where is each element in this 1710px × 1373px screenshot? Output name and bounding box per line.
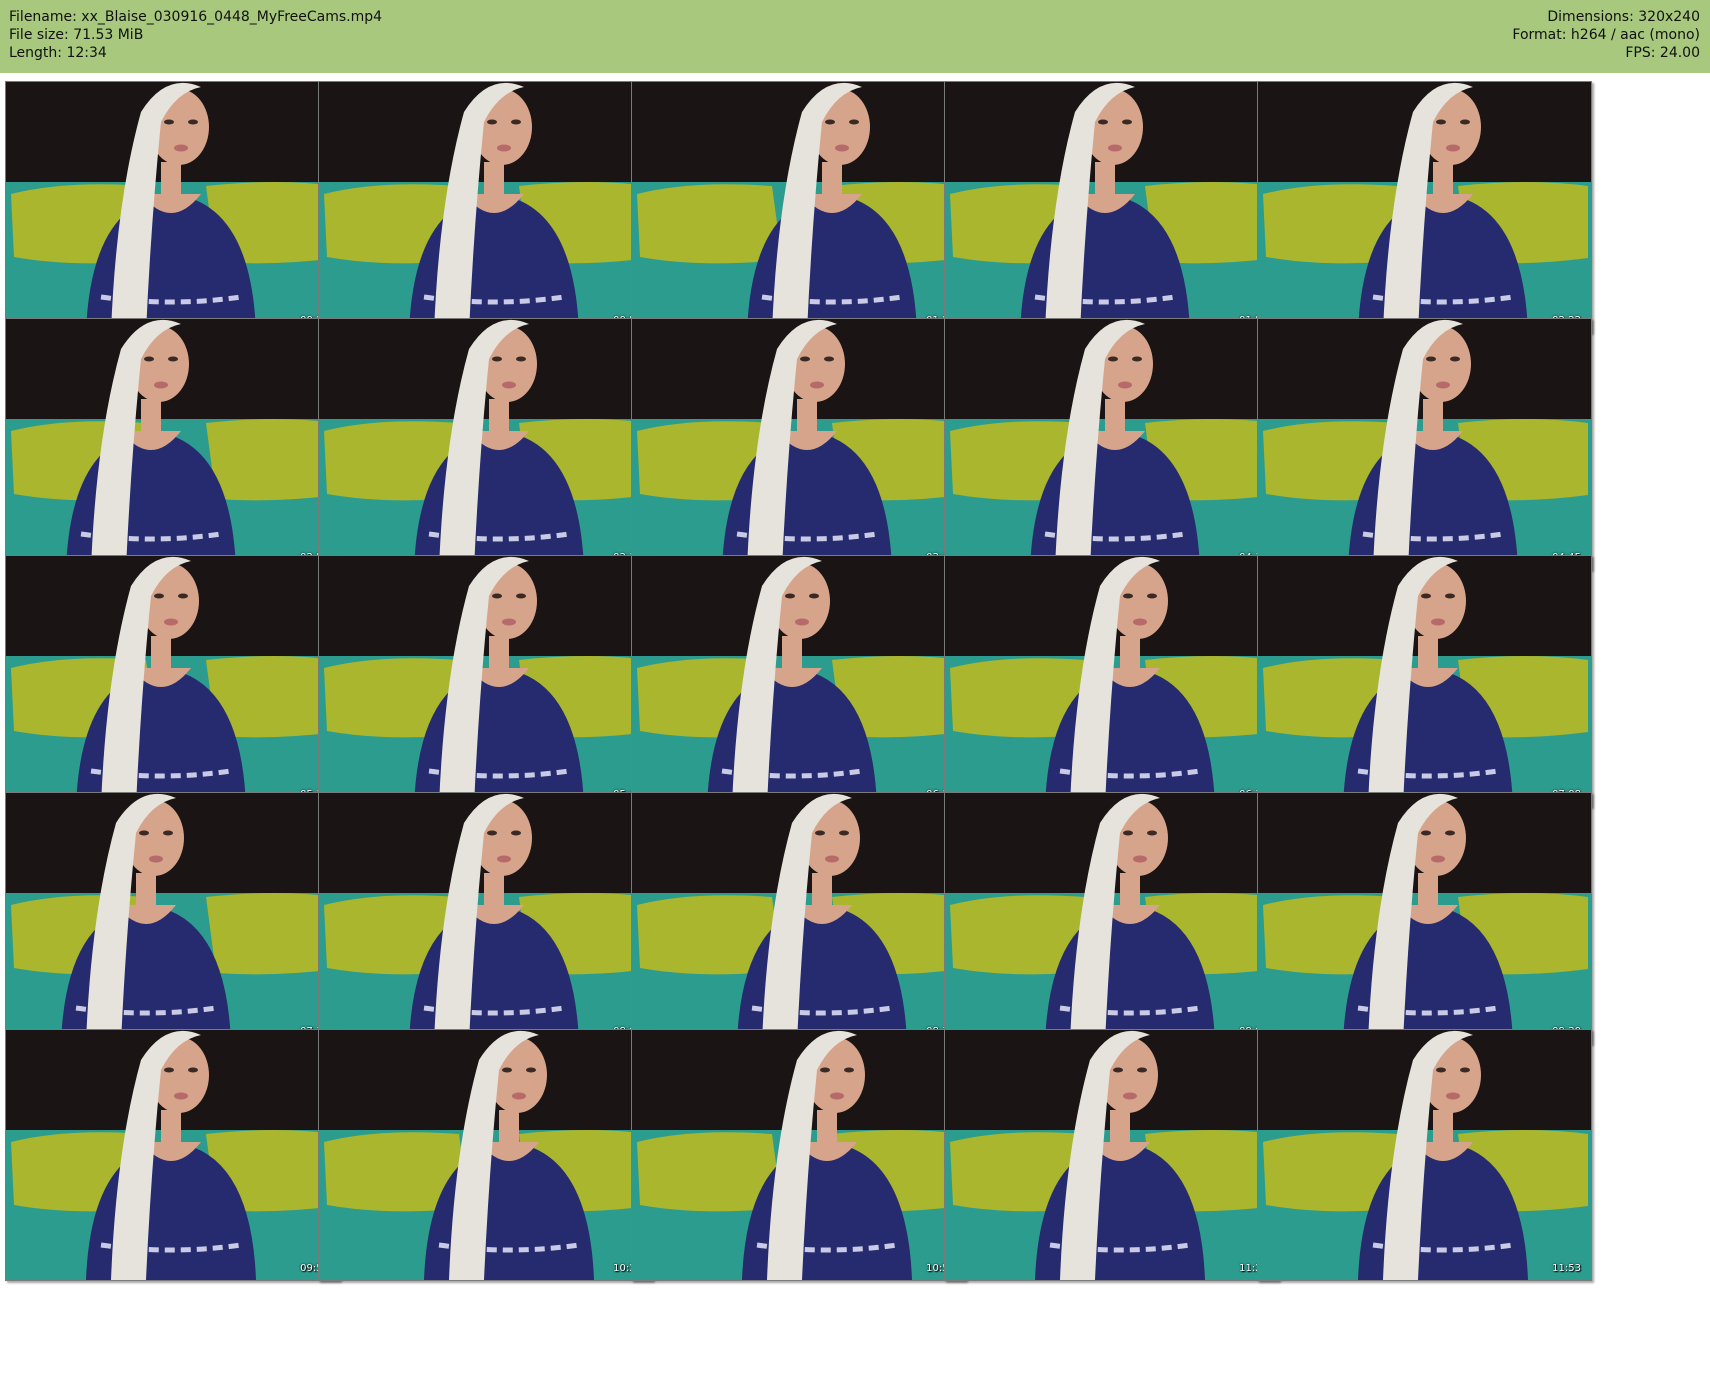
frame-image bbox=[319, 793, 652, 1043]
video-thumbnail[interactable]: 04:16 bbox=[944, 318, 1279, 570]
frame-image bbox=[319, 82, 652, 332]
frame-image bbox=[945, 793, 1278, 1043]
frame-image bbox=[632, 1030, 965, 1280]
video-thumbnail[interactable]: 11:24 bbox=[944, 1029, 1279, 1281]
video-thumbnail[interactable]: 10:56 bbox=[631, 1029, 966, 1281]
dimensions-text: Dimensions: 320x240 bbox=[1547, 9, 1700, 25]
frame-image bbox=[632, 319, 965, 569]
file-info-right: Dimensions: 320x240 Format: h264 / aac (… bbox=[1512, 8, 1700, 62]
fps-text: FPS: 24.00 bbox=[1625, 45, 1700, 61]
frame-image bbox=[319, 1030, 652, 1280]
frame-image bbox=[6, 1030, 339, 1280]
video-thumbnail[interactable]: 08:05 bbox=[318, 792, 653, 1044]
video-thumbnail[interactable]: 04:45 bbox=[1257, 318, 1592, 570]
video-thumbnail[interactable]: 01:25 bbox=[631, 81, 966, 333]
sheet-header: Filename: xx_Blaise_030916_0448_MyFreeCa… bbox=[0, 0, 1710, 73]
video-thumbnail[interactable]: 09:59 bbox=[5, 1029, 340, 1281]
video-thumbnail[interactable]: 00:57 bbox=[318, 81, 653, 333]
frame-image bbox=[1258, 319, 1591, 569]
frame-image bbox=[632, 82, 965, 332]
frame-image bbox=[632, 793, 965, 1043]
frame-image bbox=[632, 556, 965, 806]
frame-image bbox=[945, 1030, 1278, 1280]
frame-image bbox=[319, 556, 652, 806]
video-thumbnail[interactable]: 07:36 bbox=[5, 792, 340, 1044]
thumbnail-grid: 00:2800:5701:2501:5402:22 02:5103:1903:48… bbox=[0, 81, 1710, 1373]
length-text: Length: 12:34 bbox=[9, 45, 107, 61]
video-thumbnail[interactable]: 02:22 bbox=[1257, 81, 1592, 333]
file-info-left: Filename: xx_Blaise_030916_0448_MyFreeCa… bbox=[9, 8, 382, 62]
video-thumbnail[interactable]: 00:28 bbox=[5, 81, 340, 333]
frame-image bbox=[6, 556, 339, 806]
frame-image bbox=[6, 793, 339, 1043]
frame-image bbox=[1258, 82, 1591, 332]
video-thumbnail[interactable]: 11:53 bbox=[1257, 1029, 1592, 1281]
video-thumbnail[interactable]: 05:42 bbox=[318, 555, 653, 807]
frame-image bbox=[1258, 793, 1591, 1043]
video-thumbnail[interactable]: 06:39 bbox=[944, 555, 1279, 807]
format-text: Format: h264 / aac (mono) bbox=[1512, 27, 1700, 43]
video-thumbnail[interactable]: 03:19 bbox=[318, 318, 653, 570]
video-thumbnail[interactable]: 10:27 bbox=[318, 1029, 653, 1281]
frame-image bbox=[945, 82, 1278, 332]
video-thumbnail[interactable]: 07:08 bbox=[1257, 555, 1592, 807]
thumbnail-timestamp: 11:53 bbox=[1552, 1263, 1581, 1274]
frame-image bbox=[1258, 556, 1591, 806]
filename-text: Filename: xx_Blaise_030916_0448_MyFreeCa… bbox=[9, 9, 383, 25]
frame-image bbox=[945, 319, 1278, 569]
video-thumbnail[interactable]: 08:33 bbox=[631, 792, 966, 1044]
frame-image bbox=[319, 319, 652, 569]
video-thumbnail[interactable]: 02:51 bbox=[5, 318, 340, 570]
filesize-text: File size: 71.53 MiB bbox=[9, 27, 144, 43]
frame-image bbox=[6, 319, 339, 569]
frame-image bbox=[1258, 1030, 1591, 1280]
video-thumbnail[interactable]: 05:13 bbox=[5, 555, 340, 807]
frame-image bbox=[945, 556, 1278, 806]
video-thumbnail[interactable]: 09:02 bbox=[944, 792, 1279, 1044]
video-thumbnail[interactable]: 09:30 bbox=[1257, 792, 1592, 1044]
video-thumbnail[interactable]: 06:10 bbox=[631, 555, 966, 807]
video-thumbnail[interactable]: 03:48 bbox=[631, 318, 966, 570]
frame-image bbox=[6, 82, 339, 332]
video-thumbnail[interactable]: 01:54 bbox=[944, 81, 1279, 333]
